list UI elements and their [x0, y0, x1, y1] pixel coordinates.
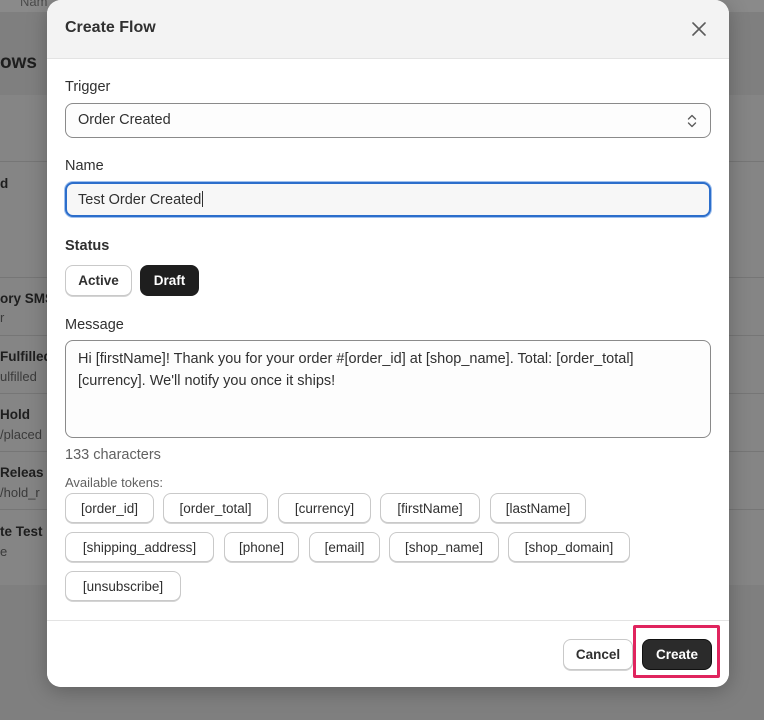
token-shipping-address[interactable]: [shipping_address] — [65, 532, 214, 562]
row-subtitle: /hold_r — [0, 485, 40, 500]
text-caret — [202, 191, 204, 207]
token-currency[interactable]: [currency] — [278, 493, 371, 523]
close-button[interactable] — [687, 17, 711, 41]
row-subtitle: e — [0, 544, 8, 559]
cancel-button[interactable]: Cancel — [563, 639, 633, 670]
row-title: Releas — [0, 465, 44, 480]
available-tokens-label: Available tokens: — [65, 475, 164, 490]
status-active-button[interactable]: Active — [65, 265, 132, 296]
row-title: Fulfilled — [0, 349, 52, 364]
token-last-name[interactable]: [lastName] — [490, 493, 586, 523]
name-input-value: Test Order Created — [78, 192, 202, 208]
name-label: Name — [65, 158, 104, 174]
row-title: te Test — [0, 524, 43, 539]
row-subtitle: /placed — [0, 427, 42, 442]
token-shop-name[interactable]: [shop_name] — [389, 532, 499, 562]
close-icon — [692, 22, 706, 36]
background-top-text: Nam — [20, 0, 48, 9]
token-order-id[interactable]: [order_id] — [65, 493, 154, 523]
message-label: Message — [65, 317, 124, 333]
row-title: ory SMS — [0, 291, 55, 306]
modal-header: Create Flow — [47, 0, 729, 59]
select-chevron-icon — [687, 114, 697, 128]
status-draft-button[interactable]: Draft — [140, 265, 199, 296]
token-order-total[interactable]: [order_total] — [163, 493, 268, 523]
modal-footer: Cancel Create — [47, 620, 729, 687]
trigger-selected-value: Order Created — [78, 112, 171, 128]
token-unsubscribe[interactable]: [unsubscribe] — [65, 571, 181, 601]
name-input[interactable]: Test Order Created — [65, 182, 711, 217]
row-title: d — [0, 176, 9, 191]
trigger-label: Trigger — [65, 79, 111, 95]
token-first-name[interactable]: [firstName] — [380, 493, 480, 523]
create-flow-modal: Create Flow Trigger Order Created Name T… — [47, 0, 729, 687]
row-title: Hold — [0, 407, 30, 422]
trigger-select[interactable]: Order Created — [65, 103, 711, 138]
token-shop-domain[interactable]: [shop_domain] — [508, 532, 630, 562]
row-subtitle: r — [0, 310, 5, 325]
row-subtitle: ulfilled — [0, 369, 37, 384]
token-email[interactable]: [email] — [309, 532, 380, 562]
background-heading: ows — [0, 52, 37, 73]
token-phone[interactable]: [phone] — [224, 532, 299, 562]
character-count: 133 characters — [65, 447, 161, 463]
modal-title: Create Flow — [65, 19, 156, 36]
status-label: Status — [65, 238, 110, 254]
create-button-highlight — [633, 625, 720, 678]
message-textarea[interactable]: Hi [firstName]! Thank you for your order… — [65, 340, 711, 438]
